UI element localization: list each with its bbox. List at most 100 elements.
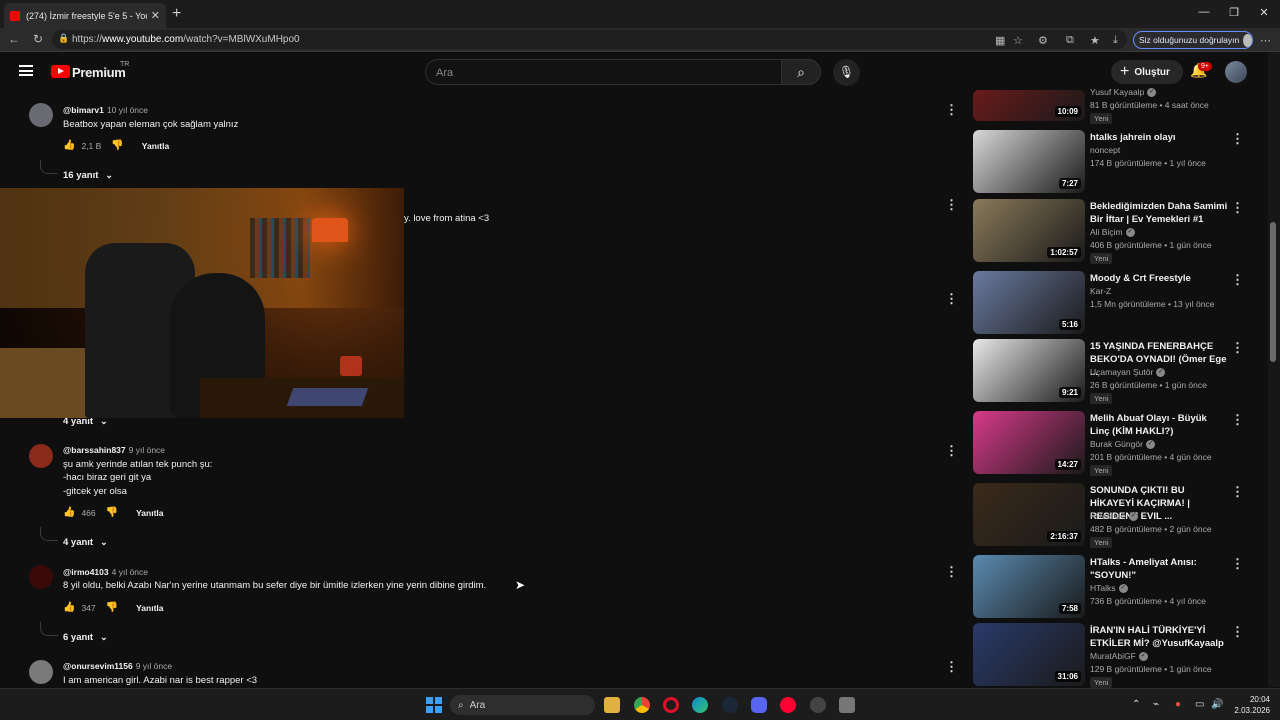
channel-name[interactable]: MuratAbiGF ✓ — [1090, 651, 1148, 662]
video-menu-icon[interactable]: ⋮ — [1231, 484, 1244, 500]
comment-menu-icon[interactable]: ⋮ — [945, 443, 958, 459]
channel-name[interactable]: HTalks ✓ — [1090, 583, 1128, 594]
like-icon[interactable]: 👍 — [63, 507, 75, 518]
url-field[interactable]: 🔒 https://www.youtube.com/watch?v=MBlWXu… — [52, 30, 1127, 49]
close-window-button[interactable]: ✕ — [1254, 6, 1274, 19]
menu-icon[interactable] — [19, 65, 33, 76]
create-button[interactable]: + Oluştur — [1111, 60, 1183, 84]
comment-menu-icon[interactable]: ⋮ — [945, 102, 958, 118]
comment-author[interactable]: @bimarv1 10 yıl önce — [63, 105, 148, 115]
scrollbar-thumb[interactable] — [1270, 222, 1276, 362]
close-tab-icon[interactable]: ✕ — [151, 9, 160, 22]
like-icon[interactable]: 👍 — [63, 602, 75, 613]
scrollbar[interactable] — [1268, 52, 1280, 687]
edge-icon[interactable] — [692, 697, 708, 713]
video-thumbnail[interactable]: 9:21 — [973, 339, 1085, 402]
video-title[interactable]: İRAN'IN HALİ TÜRKİYE'Yİ ETKİLER Mİ? @Yus… — [1090, 624, 1228, 650]
opera-icon[interactable] — [663, 697, 679, 713]
video-menu-icon[interactable]: ⋮ — [1231, 412, 1244, 428]
dislike-icon[interactable]: 👎 — [106, 507, 118, 518]
back-button[interactable]: ← — [6, 32, 22, 46]
refresh-button[interactable]: ↻ — [30, 32, 46, 46]
author-handle[interactable]: @barssahin837 — [63, 445, 126, 455]
comment-avatar[interactable] — [29, 660, 53, 684]
comment-author[interactable]: @onursevim1156 9 yıl önce — [63, 661, 172, 671]
new-tab-button[interactable]: + — [172, 5, 181, 23]
display-icon[interactable]: ▭ — [1195, 699, 1204, 710]
video-menu-icon[interactable]: ⋮ — [1231, 200, 1244, 216]
restore-button[interactable]: ❐ — [1224, 6, 1244, 19]
replies-toggle[interactable]: 4 yanıt ⌄ — [63, 537, 108, 548]
channel-name[interactable]: Ali Biçim ✓ — [1090, 227, 1135, 238]
site-info-icon[interactable]: 🔒 — [58, 33, 69, 44]
comment-avatar[interactable] — [29, 565, 53, 589]
network-icon[interactable]: ⌁ — [1153, 699, 1159, 710]
replies-toggle[interactable]: 6 yanıt ⌄ — [63, 632, 108, 643]
video-title[interactable]: Moody & Crt Freestyle — [1090, 272, 1228, 285]
channel-name[interactable]: Kar-Z — [1090, 286, 1111, 296]
comment-age[interactable]: 9 yıl önce — [136, 661, 172, 671]
taskbar-search[interactable]: ⌕ Ara — [450, 695, 595, 715]
app-icon[interactable] — [810, 697, 826, 713]
video-thumbnail[interactable]: 31:06 — [973, 623, 1085, 686]
miniplayer-video[interactable] — [0, 188, 404, 418]
video-thumbnail[interactable]: 7:58 — [973, 555, 1085, 618]
video-thumbnail[interactable]: 1:02:57 — [973, 199, 1085, 262]
microphone-icon[interactable]: ● — [1175, 699, 1181, 710]
favorite-star-icon[interactable]: ☆ — [1013, 34, 1023, 47]
verify-identity-button[interactable]: Siz olduğunuzu doğrulayın — [1133, 31, 1253, 49]
comment-menu-icon[interactable]: ⋮ — [945, 659, 958, 675]
channel-name[interactable]: Uçamayan Şutör ✓ — [1090, 367, 1166, 378]
channel-name[interactable]: Yusuf Kayaalp ✓ — [1090, 87, 1157, 98]
app-icon[interactable] — [839, 697, 855, 713]
chrome-icon[interactable] — [634, 697, 650, 713]
comment-menu-icon[interactable]: ⋮ — [945, 291, 958, 307]
app-icon[interactable]: ▦ — [995, 34, 1005, 47]
channel-name[interactable]: noncept — [1090, 145, 1120, 155]
comment-avatar[interactable] — [29, 103, 53, 127]
author-handle[interactable]: @irmo4103 — [63, 567, 109, 577]
video-thumbnail[interactable]: 14:27 — [973, 411, 1085, 474]
replies-toggle[interactable]: 16 yanıt ⌄ — [63, 170, 113, 181]
video-menu-icon[interactable]: ⋮ — [1231, 272, 1244, 288]
reply-button[interactable]: Yanıtla — [142, 141, 169, 151]
discord-icon[interactable] — [751, 697, 767, 713]
extensions-icon[interactable]: ⚙ — [1038, 34, 1048, 47]
video-menu-icon[interactable]: ⋮ — [1231, 556, 1244, 572]
voice-search-button[interactable]: 🎙 — [833, 59, 860, 86]
account-avatar[interactable] — [1225, 61, 1247, 83]
video-title[interactable]: HTalks - Ameliyat Anısı: "SOYUN!" — [1090, 556, 1228, 582]
video-thumbnail[interactable]: 10:09 — [973, 90, 1085, 121]
dislike-icon[interactable]: 👎 — [106, 602, 118, 613]
taskbar-clock[interactable]: 20:04 2.03.2026 — [1228, 694, 1270, 716]
comment-avatar[interactable] — [29, 444, 53, 468]
reply-button[interactable]: Yanıtla — [136, 603, 163, 613]
downloads-icon[interactable]: ⤓ — [1113, 34, 1118, 47]
comment-author[interactable]: @barssahin837 9 yıl önce — [63, 445, 165, 455]
comment-author[interactable]: @irmo4103 4 yıl önce — [63, 567, 148, 577]
file-explorer-icon[interactable] — [604, 697, 620, 713]
video-title[interactable]: Melih Abuaf Olayı - Büyük Linç (KİM HAKL… — [1090, 412, 1228, 438]
channel-name[interactable]: RRaenee ✓ — [1090, 511, 1138, 522]
comment-menu-icon[interactable]: ⋮ — [945, 197, 958, 213]
steam-icon[interactable] — [722, 697, 738, 713]
video-menu-icon[interactable]: ⋮ — [1231, 131, 1244, 147]
comment-age[interactable]: 4 yıl önce — [112, 567, 148, 577]
video-menu-icon[interactable]: ⋮ — [1231, 340, 1244, 356]
search-button[interactable]: ⌕ — [781, 59, 821, 85]
minimize-button[interactable]: — — [1194, 6, 1214, 18]
comment-age[interactable]: 9 yıl önce — [129, 445, 165, 455]
video-thumbnail[interactable]: 5:16 — [973, 271, 1085, 334]
video-menu-icon[interactable]: ⋮ — [1231, 624, 1244, 640]
youtube-music-icon[interactable] — [780, 697, 796, 713]
split-screen-icon[interactable]: ⧉ — [1066, 34, 1074, 47]
reply-button[interactable]: Yanıtla — [136, 508, 163, 518]
youtube-logo-text[interactable]: Premium — [72, 65, 126, 80]
author-handle[interactable]: @bimarv1 — [63, 105, 104, 115]
comment-age[interactable]: 10 yıl önce — [107, 105, 148, 115]
comment-menu-icon[interactable]: ⋮ — [945, 564, 958, 580]
channel-name[interactable]: Burak Güngör ✓ — [1090, 439, 1155, 450]
favorites-icon[interactable]: ★ — [1090, 34, 1100, 47]
start-button-icon[interactable] — [426, 697, 442, 713]
search-input[interactable]: Ara — [425, 59, 782, 85]
